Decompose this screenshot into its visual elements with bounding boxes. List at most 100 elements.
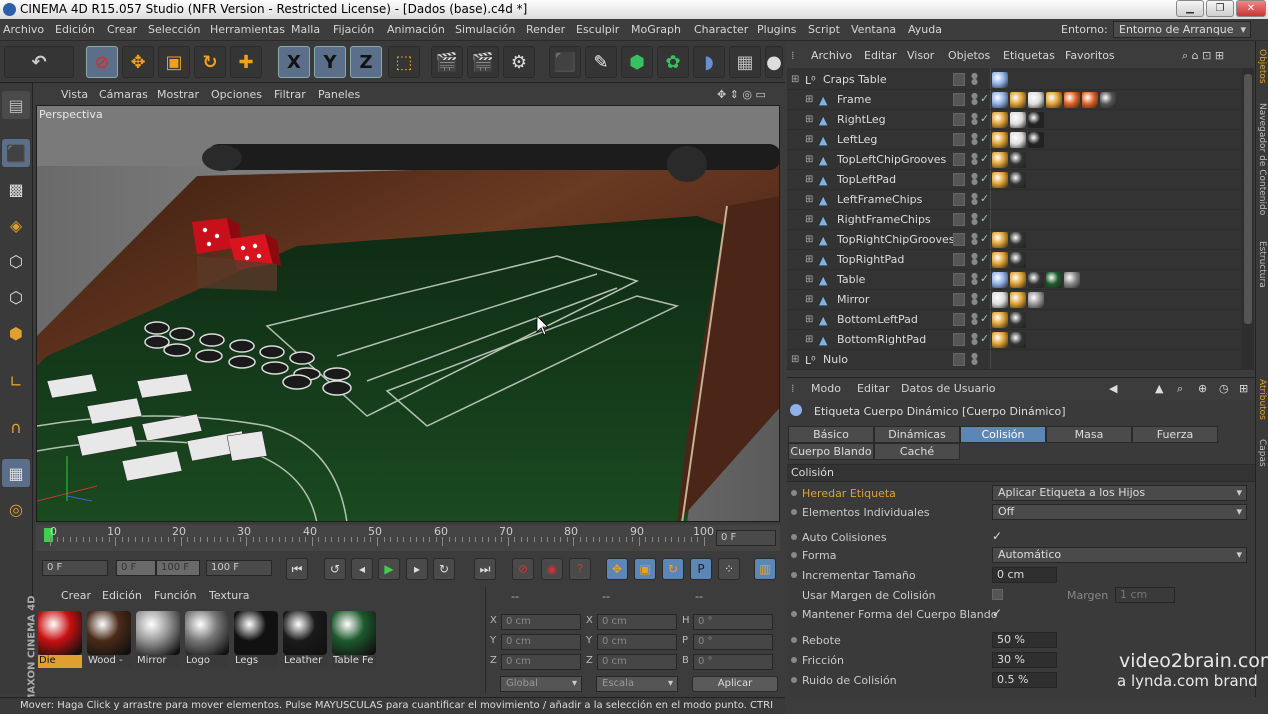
- tag-icon[interactable]: [1082, 92, 1098, 108]
- up-arrow-icon[interactable]: ▲: [1155, 382, 1163, 395]
- material-swatch[interactable]: Mirror: [136, 611, 180, 668]
- tag-icon[interactable]: [1010, 292, 1026, 308]
- polygons-mode-icon[interactable]: ⬢: [2, 319, 30, 347]
- property-number-field[interactable]: 0 cm: [992, 567, 1057, 583]
- tag-icon[interactable]: [1028, 132, 1044, 148]
- viewport-menu-filtrar[interactable]: Filtrar: [274, 88, 306, 101]
- expand-icon[interactable]: ⊞: [805, 334, 813, 345]
- texture-mode-icon[interactable]: ▩: [2, 175, 30, 203]
- tag-icon[interactable]: [992, 272, 1008, 288]
- coordinate-system-icon[interactable]: ⬚: [388, 46, 420, 78]
- visibility-dots-icon[interactable]: ● ●: [971, 192, 978, 206]
- tag-icon[interactable]: [1010, 92, 1026, 108]
- object-menu-favoritos[interactable]: Favoritos: [1065, 49, 1115, 62]
- enabled-check-icon[interactable]: ✓: [980, 132, 989, 145]
- object-name[interactable]: Mirror: [837, 293, 869, 306]
- animate-dot-icon[interactable]: [791, 572, 797, 578]
- object-name[interactable]: RightLeg: [837, 113, 886, 126]
- menu-fijacion[interactable]: Fijación: [333, 23, 374, 36]
- menu-crear[interactable]: Crear: [107, 23, 137, 36]
- menu-edicion[interactable]: Edición: [55, 23, 95, 36]
- menu-simulacion[interactable]: Simulación: [455, 23, 515, 36]
- property-checkbox[interactable]: [992, 589, 1003, 600]
- object-row[interactable]: ⊞ L⁰ Nulo ● ●: [787, 350, 1242, 370]
- rotate-tool-icon[interactable]: ↻: [194, 46, 226, 78]
- scrollbar-thumb[interactable]: [1244, 74, 1252, 324]
- tag-icon[interactable]: [1046, 92, 1062, 108]
- edges-mode-icon[interactable]: ⬡: [2, 283, 30, 311]
- object-row[interactable]: ⊞ ▲ RightLeg ● ● ✓: [787, 110, 1242, 130]
- undo-button[interactable]: ↶: [4, 46, 74, 78]
- key-scale-icon[interactable]: ▣: [634, 558, 656, 580]
- workplane-lock-icon[interactable]: ▦: [2, 459, 30, 487]
- visibility-dots-icon[interactable]: ● ●: [971, 152, 978, 166]
- animate-dot-icon[interactable]: [791, 611, 797, 617]
- tag-icon[interactable]: [1010, 152, 1026, 168]
- menu-ventana[interactable]: Ventana: [851, 23, 896, 36]
- material-swatch[interactable]: Leather: [283, 611, 327, 668]
- tab-basico[interactable]: Básico: [788, 426, 874, 443]
- object-name[interactable]: TopLeftChipGrooves: [837, 153, 946, 166]
- add-tool-icon[interactable]: ✚: [230, 46, 262, 78]
- expand-icon[interactable]: ⊞: [805, 114, 813, 125]
- soft-selection-icon[interactable]: ◎: [2, 495, 30, 523]
- expand-icon[interactable]: ⊞: [805, 194, 813, 205]
- object-name[interactable]: TopLeftPad: [837, 173, 896, 186]
- enabled-check-icon[interactable]: ✓: [980, 112, 989, 125]
- animate-dot-icon[interactable]: [791, 509, 797, 515]
- tag-icon[interactable]: [992, 332, 1008, 348]
- menu-seleccion[interactable]: Selección: [148, 23, 200, 36]
- layer-visibility-icon[interactable]: [953, 293, 965, 306]
- visibility-dots-icon[interactable]: ● ●: [971, 172, 978, 186]
- object-row[interactable]: ⊞ ▲ TopRightPad ● ● ✓: [787, 250, 1242, 270]
- menu-herramientas[interactable]: Herramientas: [210, 23, 285, 36]
- range-start-field[interactable]: 0 F: [116, 560, 156, 576]
- visibility-dots-icon[interactable]: ● ●: [971, 312, 978, 326]
- object-name[interactable]: Table: [837, 273, 865, 286]
- object-name[interactable]: TopRightChipGrooves: [837, 233, 955, 246]
- move-tool-icon[interactable]: ✥: [122, 46, 154, 78]
- attr-menu-datos-usuario[interactable]: Datos de Usuario: [901, 382, 996, 395]
- expand-icon[interactable]: ⊞: [805, 234, 813, 245]
- layer-visibility-icon[interactable]: [953, 113, 965, 126]
- tag-icon[interactable]: [1028, 272, 1044, 288]
- layer-visibility-icon[interactable]: [953, 273, 965, 286]
- tag-icon[interactable]: [992, 112, 1008, 128]
- menu-mograph[interactable]: MoGraph: [631, 23, 681, 36]
- tag-icon[interactable]: [992, 72, 1008, 88]
- object-name[interactable]: Craps Table: [823, 73, 887, 86]
- tab-capas-vertical[interactable]: Capas: [1257, 439, 1267, 467]
- current-frame-field[interactable]: 0 F: [716, 530, 776, 546]
- visibility-dots-icon[interactable]: ● ●: [971, 72, 978, 86]
- visibility-dots-icon[interactable]: ● ●: [971, 212, 978, 226]
- key-pla-icon[interactable]: ⁘: [718, 558, 740, 580]
- object-name[interactable]: BottomRightPad: [837, 333, 926, 346]
- timeline-icon[interactable]: ▥: [754, 558, 776, 580]
- coord-value-field[interactable]: 0 cm: [501, 614, 581, 630]
- property-select[interactable]: Automático: [992, 547, 1247, 563]
- coord-value-field[interactable]: 0 °: [693, 634, 773, 650]
- render-settings-icon[interactable]: ⚙: [503, 46, 535, 78]
- object-row[interactable]: ⊞ ▲ TopRightChipGrooves ● ● ✓: [787, 230, 1242, 250]
- object-row[interactable]: ⊞ ▲ BottomLeftPad ● ● ✓: [787, 310, 1242, 330]
- visibility-dots-icon[interactable]: ● ●: [971, 112, 978, 126]
- search-icon[interactable]: ⌕: [1177, 382, 1183, 396]
- next-frame-icon[interactable]: ▸: [406, 558, 428, 580]
- tag-icon[interactable]: [1046, 272, 1062, 288]
- expand-icon[interactable]: ⊞: [805, 314, 813, 325]
- visibility-dots-icon[interactable]: ● ●: [971, 132, 978, 146]
- array-icon[interactable]: ✿: [657, 46, 689, 78]
- material-menu-textura[interactable]: Textura: [209, 589, 249, 602]
- tag-icon[interactable]: [992, 252, 1008, 268]
- material-menu-funcion[interactable]: Función: [154, 589, 196, 602]
- key-position-icon[interactable]: ✥: [606, 558, 628, 580]
- tag-icon[interactable]: [992, 292, 1008, 308]
- layer-visibility-icon[interactable]: [953, 173, 965, 186]
- menu-animacion[interactable]: Animación: [387, 23, 445, 36]
- object-name[interactable]: Frame: [837, 93, 871, 106]
- property-select[interactable]: Aplicar Etiqueta a los Hijos: [992, 485, 1247, 501]
- menu-archivo[interactable]: Archivo: [3, 23, 44, 36]
- object-menu-editar[interactable]: Editar: [864, 49, 897, 62]
- object-menu-objetos[interactable]: Objetos: [948, 49, 990, 62]
- object-list-scrollbar[interactable]: [1242, 68, 1254, 370]
